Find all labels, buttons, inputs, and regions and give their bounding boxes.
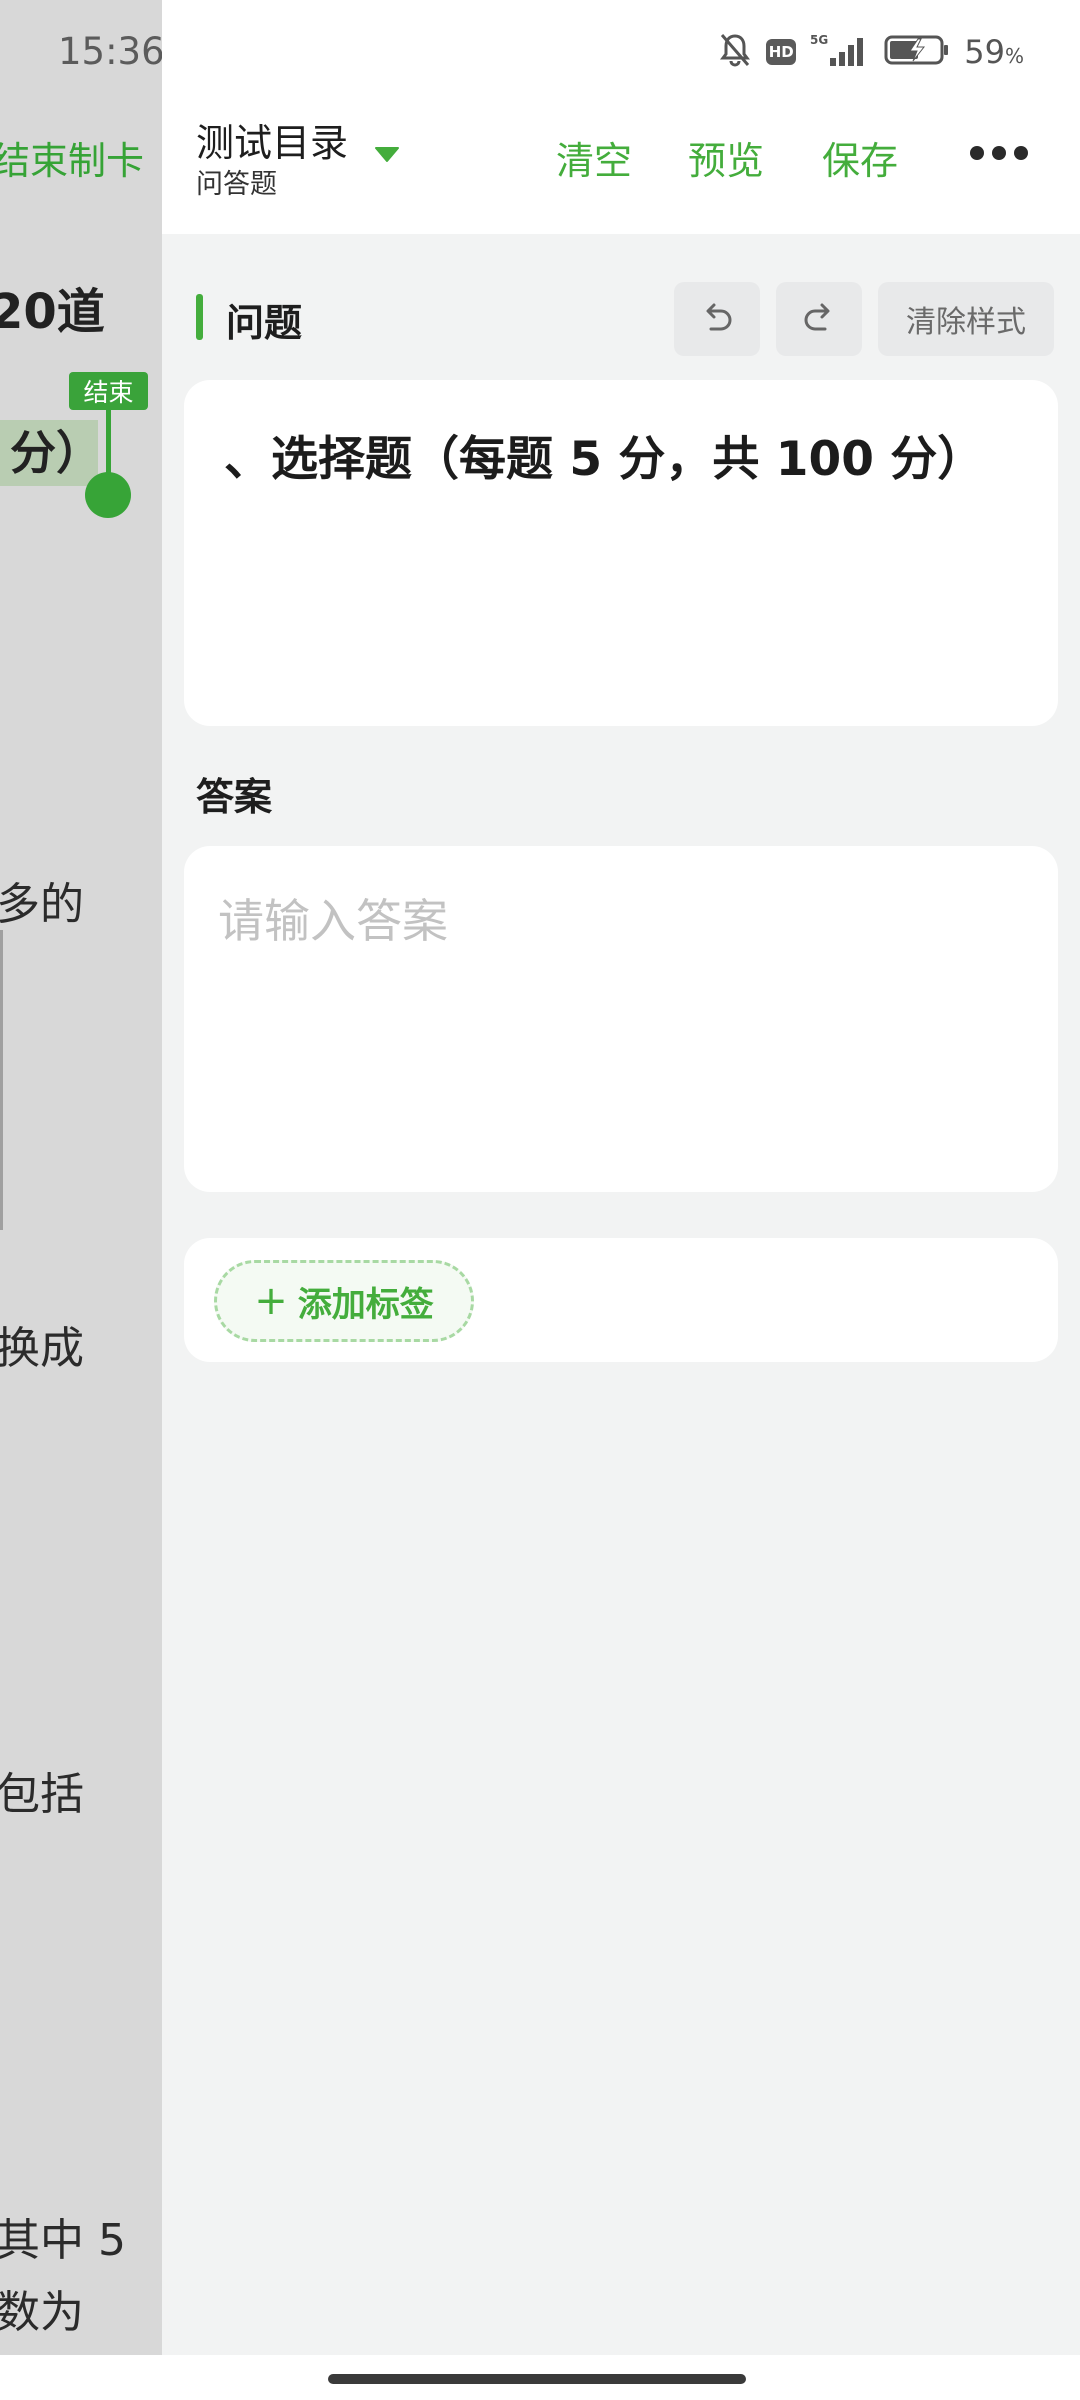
answer-label: 答案: [196, 775, 273, 819]
question-label: 问题: [226, 301, 303, 345]
question-content[interactable]: 、选择题（每题 5 分，共 100 分）: [224, 420, 984, 489]
redo-icon: [799, 297, 839, 341]
more-options-icon[interactable]: [970, 146, 1028, 160]
background-text-fragment: 数为: [0, 2287, 84, 2338]
battery-icon: [884, 33, 950, 71]
caret-down-icon[interactable]: [374, 145, 400, 167]
directory-title[interactable]: 测试目录: [196, 112, 348, 167]
background-document: 15:36 结束制卡 20道 结束 分） 多的 换成 包括 其中 5 数为: [0, 0, 162, 2355]
add-tag-button[interactable]: + 添加标签: [214, 1260, 474, 1342]
redo-button[interactable]: [776, 282, 862, 356]
directory-subtitle[interactable]: 问答题: [196, 162, 277, 201]
clear-button[interactable]: 清空: [556, 130, 632, 185]
answer-input[interactable]: [218, 886, 1018, 956]
plus-icon: +: [254, 1278, 288, 1324]
save-button[interactable]: 保存: [822, 130, 898, 185]
undo-icon: [697, 297, 737, 341]
finish-card-link[interactable]: 结束制卡: [0, 130, 144, 185]
undo-button[interactable]: [674, 282, 760, 356]
clear-style-button[interactable]: 清除样式: [878, 282, 1054, 356]
end-marker-handle[interactable]: [85, 472, 131, 518]
tags-card: + 添加标签: [184, 1238, 1058, 1362]
mute-bell-icon: [718, 32, 752, 72]
status-time: 15:36: [58, 30, 162, 73]
home-indicator[interactable]: [328, 2374, 746, 2384]
add-tag-label: 添加标签: [297, 1284, 434, 1325]
card-editor-panel: HD 5G 59% 测试目录 问答题 清空 预览 保存 问题 清除样式 、选择题…: [162, 0, 1080, 2355]
end-badge: 结束: [69, 372, 148, 410]
signal-icon: 5G: [810, 32, 870, 72]
highlighted-fragment: 分）: [0, 420, 102, 486]
answer-card[interactable]: [184, 846, 1058, 1192]
background-text-fragment: 换成: [0, 1323, 84, 1374]
svg-text:5G: 5G: [810, 33, 828, 47]
background-text-fragment: 其中 5: [0, 2215, 126, 2266]
section-indicator: [196, 294, 203, 340]
background-text-fragment: 多的: [0, 879, 84, 930]
background-text-fragment: 包括: [0, 1769, 84, 1820]
hd-badge: HD: [766, 39, 797, 65]
background-divider: [0, 930, 3, 1230]
status-icons: HD 5G 59%: [718, 30, 1024, 74]
preview-button[interactable]: 预览: [688, 130, 764, 185]
editor-header: HD 5G 59% 测试目录 问答题 清空 预览 保存: [162, 0, 1080, 234]
battery-percent: 59%: [964, 33, 1024, 71]
background-heading-fragment: 20道: [0, 284, 105, 340]
question-card[interactable]: 、选择题（每题 5 分，共 100 分）: [184, 380, 1058, 726]
